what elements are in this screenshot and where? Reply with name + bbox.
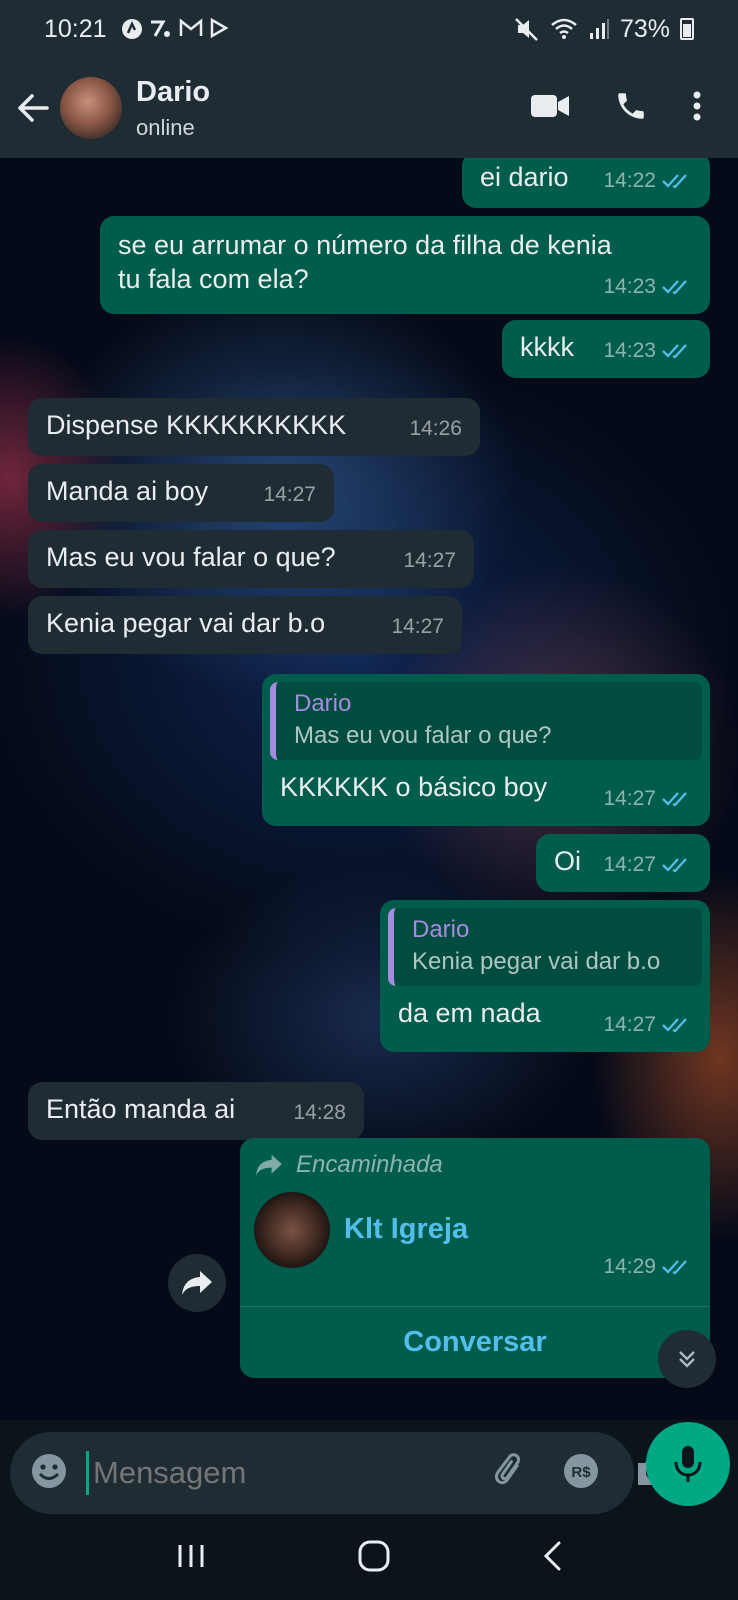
svg-text:R$: R$ [571, 1464, 591, 1481]
message-time: 14:27 [603, 853, 656, 876]
mic-icon [674, 1446, 702, 1482]
notification-icons [121, 18, 229, 40]
message-bubble-incoming[interactable]: Kenia pegar vai dar b.o 14:27 [28, 596, 462, 654]
message-time: 14:22 [603, 169, 656, 192]
input-bar: R$ [0, 1420, 738, 1516]
battery-icon [680, 18, 694, 40]
app-notification-icon [150, 20, 170, 37]
message-bubble-incoming[interactable]: Manda ai boy 14:27 [28, 464, 334, 522]
chat-header: Dario online [0, 58, 738, 158]
message-input-container: R$ [10, 1432, 668, 1514]
mute-icon [515, 18, 538, 41]
shared-contact-name[interactable]: Klt Igreja [344, 1212, 468, 1246]
message-time: 14:28 [293, 1101, 346, 1124]
message-input[interactable] [86, 1451, 492, 1495]
emoji-icon[interactable] [30, 1452, 68, 1495]
double-tick-icon [662, 174, 687, 189]
quoted-message[interactable]: Dario Mas eu vou falar o que? [270, 682, 702, 760]
system-nav-bar [0, 1516, 738, 1600]
message-time: 14:26 [409, 417, 462, 440]
status-bar: 10:21 73% [0, 0, 738, 58]
message-bubble-outgoing-reply[interactable]: Dario Kenia pegar vai dar b.o da em nada… [380, 900, 710, 1052]
forward-icon [256, 1154, 282, 1176]
scroll-to-bottom-button[interactable] [658, 1330, 716, 1388]
play-store-icon [210, 18, 229, 38]
double-tick-icon [662, 792, 687, 807]
forward-button[interactable] [168, 1254, 226, 1312]
message-bubble-outgoing[interactable]: ei dario 14:22 [462, 158, 710, 208]
contact-info[interactable]: Dario online [136, 76, 210, 141]
message-bubble-incoming[interactable]: Então manda ai 14:28 [28, 1082, 364, 1140]
app-notification-icon [121, 19, 142, 39]
message-time: 14:23 [603, 339, 656, 362]
chevron-double-down-icon [679, 1351, 695, 1368]
signal-icon [589, 19, 609, 39]
quoted-text: Kenia pegar vai dar b.o [412, 948, 661, 975]
back-arrow-icon[interactable] [8, 93, 58, 123]
quoted-message[interactable]: Dario Kenia pegar vai dar b.o [388, 908, 702, 986]
battery-percent: 73% [619, 14, 670, 43]
mic-button[interactable] [646, 1422, 730, 1506]
message-time: 14:27 [403, 549, 456, 572]
message-time: 14:29 [603, 1255, 656, 1278]
message-bubble-incoming[interactable]: Mas eu vou falar o que? 14:27 [28, 530, 474, 588]
message-bubble-outgoing[interactable]: kkkk 14:23 [502, 320, 710, 378]
attach-icon[interactable] [492, 1452, 528, 1494]
forwarded-label: Encaminhada [296, 1151, 443, 1178]
contact-avatar[interactable] [60, 77, 122, 139]
message-time: 14:27 [603, 1013, 656, 1036]
message-time: 14:27 [391, 615, 444, 638]
status-time: 10:21 [44, 14, 107, 43]
recent-apps-icon[interactable] [175, 1542, 207, 1575]
double-tick-icon [662, 280, 687, 295]
double-tick-icon [662, 1018, 687, 1033]
wifi-icon [551, 18, 577, 39]
message-time: 14:23 [603, 275, 656, 298]
contact-name: Dario [136, 75, 211, 108]
contact-status: online [136, 114, 195, 140]
shared-contact-avatar[interactable] [254, 1192, 330, 1268]
quoted-sender: Dario [294, 690, 352, 717]
message-time: 14:27 [603, 787, 656, 810]
forwarded-contact-card[interactable]: Encaminhada Klt Igreja 14:29 Conversar [240, 1138, 710, 1378]
back-nav-icon[interactable] [541, 1540, 563, 1577]
gmail-icon [179, 18, 202, 36]
message-bubble-incoming[interactable]: Dispense KKKKKKKKKK 14:26 [28, 398, 480, 456]
message-bubble-outgoing-reply[interactable]: Dario Mas eu vou falar o que? KKKKKK o b… [262, 674, 710, 826]
phone-icon[interactable] [614, 89, 648, 128]
forward-icon [182, 1271, 212, 1295]
chat-area[interactable]: ei dario 14:22 se eu arrumar o número da… [0, 158, 738, 1420]
quoted-text: Mas eu vou falar o que? [294, 722, 552, 749]
quoted-sender: Dario [412, 916, 470, 943]
video-call-icon[interactable] [530, 93, 570, 124]
double-tick-icon [662, 858, 687, 873]
home-icon[interactable] [357, 1539, 391, 1578]
double-tick-icon [662, 1260, 687, 1275]
double-tick-icon [662, 344, 687, 359]
message-bubble-outgoing[interactable]: Oi 14:27 [536, 834, 710, 892]
payment-icon[interactable]: R$ [562, 1452, 600, 1495]
message-bubble-outgoing[interactable]: se eu arrumar o número da filha de kenia… [100, 216, 710, 314]
message-time: 14:27 [263, 483, 316, 506]
more-vert-icon[interactable] [692, 90, 702, 127]
conversar-button[interactable]: Conversar [240, 1306, 710, 1378]
